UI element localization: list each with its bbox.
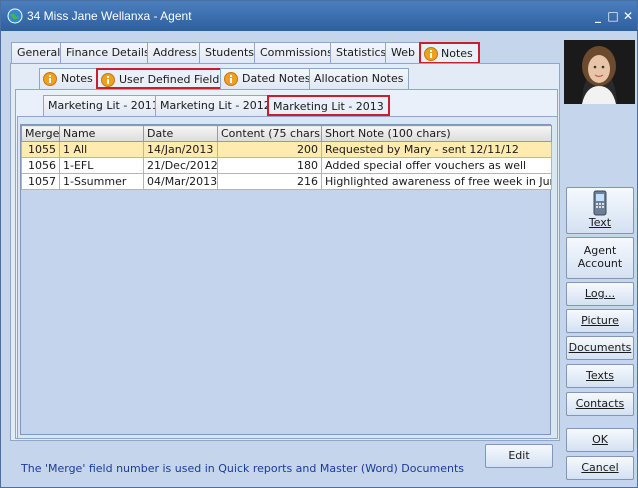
contacts-button[interactable]: Contacts bbox=[566, 392, 634, 416]
cell-content[interactable]: 200 bbox=[217, 141, 322, 158]
table-row[interactable]: 1055 1 All 14/Jan/2013 200 Requested by … bbox=[21, 141, 552, 158]
column-header-name[interactable]: Name bbox=[59, 125, 144, 142]
cell-short-note[interactable]: Added special offer vouchers as well bbox=[321, 157, 552, 174]
info-icon bbox=[101, 73, 115, 87]
picture-button[interactable]: Picture bbox=[566, 309, 634, 333]
cell-content[interactable]: 180 bbox=[217, 157, 322, 174]
documents-button[interactable]: Documents bbox=[566, 336, 634, 360]
column-header-content[interactable]: Content (75 chars) bbox=[217, 125, 322, 142]
app-globe-icon bbox=[7, 8, 23, 24]
text-button-label: Text bbox=[588, 216, 612, 229]
close-button[interactable]: ✕ bbox=[621, 9, 635, 23]
merge-hint-text: The 'Merge' field number is used in Quic… bbox=[21, 462, 465, 475]
column-header-date[interactable]: Date bbox=[143, 125, 218, 142]
cell-date[interactable]: 14/Jan/2013 bbox=[143, 141, 218, 158]
tab-address[interactable]: Address bbox=[147, 42, 203, 63]
log-button[interactable]: Log... bbox=[566, 282, 634, 306]
column-header-merge[interactable]: Merge bbox=[21, 125, 60, 142]
agent-window: 34 Miss Jane Wellanxa - Agent _ □ ✕ Gene… bbox=[0, 0, 638, 488]
tab-marketing-lit-2013[interactable]: Marketing Lit - 2013 bbox=[267, 95, 390, 116]
minimize-button[interactable]: _ bbox=[591, 9, 605, 23]
cell-merge[interactable]: 1057 bbox=[21, 173, 60, 190]
tab-web[interactable]: Web bbox=[385, 42, 421, 63]
tab-statistics[interactable]: Statistics bbox=[330, 42, 393, 63]
tab-marketing-lit-2011[interactable]: Marketing Lit - 2011 bbox=[43, 95, 164, 116]
cell-short-note[interactable]: Highlighted awareness of free week in Ju… bbox=[321, 173, 552, 190]
texts-button[interactable]: Texts bbox=[566, 364, 634, 388]
cell-name[interactable]: 1-Ssummer bbox=[59, 173, 144, 190]
table-header-row: Merge Name Date Content (75 chars) Short… bbox=[21, 125, 552, 142]
info-icon bbox=[424, 47, 438, 61]
data-table: Merge Name Date Content (75 chars) Short… bbox=[21, 125, 552, 190]
agent-account-button[interactable]: Agent Account bbox=[566, 237, 634, 279]
tab-commissions[interactable]: Commissions bbox=[254, 42, 339, 63]
tab-notes[interactable]: Notes bbox=[419, 42, 480, 64]
cell-content[interactable]: 216 bbox=[217, 173, 322, 190]
portrait-image bbox=[564, 40, 635, 104]
user-fields-grid[interactable]: Merge Name Date Content (75 chars) Short… bbox=[20, 124, 552, 435]
text-button[interactable]: Text bbox=[566, 187, 634, 234]
tab-general[interactable]: General bbox=[11, 42, 67, 63]
cancel-button[interactable]: Cancel bbox=[566, 456, 634, 480]
cell-name[interactable]: 1 All bbox=[59, 141, 144, 158]
subtab-dated-notes-label: Dated Notes bbox=[242, 72, 311, 85]
cell-date[interactable]: 21/Dec/2012 bbox=[143, 157, 218, 174]
tab-students[interactable]: Students bbox=[199, 42, 261, 63]
subtab-dated-notes[interactable]: Dated Notes bbox=[220, 68, 316, 89]
info-icon bbox=[43, 72, 57, 86]
tab-marketing-lit-2012[interactable]: Marketing Lit - 2012 bbox=[155, 95, 276, 116]
ok-button[interactable]: OK bbox=[566, 428, 634, 452]
table-row[interactable]: 1057 1-Ssummer 04/Mar/2013 216 Highlight… bbox=[21, 173, 552, 190]
subtab-user-defined-fields-label: User Defined Fields bbox=[119, 73, 226, 86]
restore-button[interactable]: □ bbox=[606, 9, 620, 23]
agent-photo[interactable] bbox=[564, 40, 635, 104]
info-icon bbox=[224, 72, 238, 86]
column-header-short-note[interactable]: Short Note (100 chars) bbox=[321, 125, 552, 142]
subtab-notes[interactable]: Notes bbox=[39, 68, 98, 89]
window-title: 34 Miss Jane Wellanxa - Agent bbox=[27, 9, 192, 23]
cell-name[interactable]: 1-EFL bbox=[59, 157, 144, 174]
cell-short-note[interactable]: Requested by Mary - sent 12/11/12 bbox=[321, 141, 552, 158]
cell-merge[interactable]: 1056 bbox=[21, 157, 60, 174]
tab-notes-label: Notes bbox=[441, 47, 473, 60]
title-bar[interactable]: 34 Miss Jane Wellanxa - Agent _ □ ✕ bbox=[1, 1, 637, 31]
cell-merge[interactable]: 1055 bbox=[21, 141, 60, 158]
edit-button[interactable]: Edit bbox=[485, 444, 553, 468]
subtab-user-defined-fields[interactable]: User Defined Fields bbox=[96, 68, 232, 89]
subtab-allocation-notes[interactable]: Allocation Notes bbox=[309, 68, 409, 89]
table-row[interactable]: 1056 1-EFL 21/Dec/2012 180 Added special… bbox=[21, 157, 552, 174]
cell-date[interactable]: 04/Mar/2013 bbox=[143, 173, 218, 190]
subtab-notes-label: Notes bbox=[61, 72, 93, 85]
tab-finance-details[interactable]: Finance Details bbox=[60, 42, 156, 63]
mobile-phone-icon bbox=[593, 190, 607, 216]
